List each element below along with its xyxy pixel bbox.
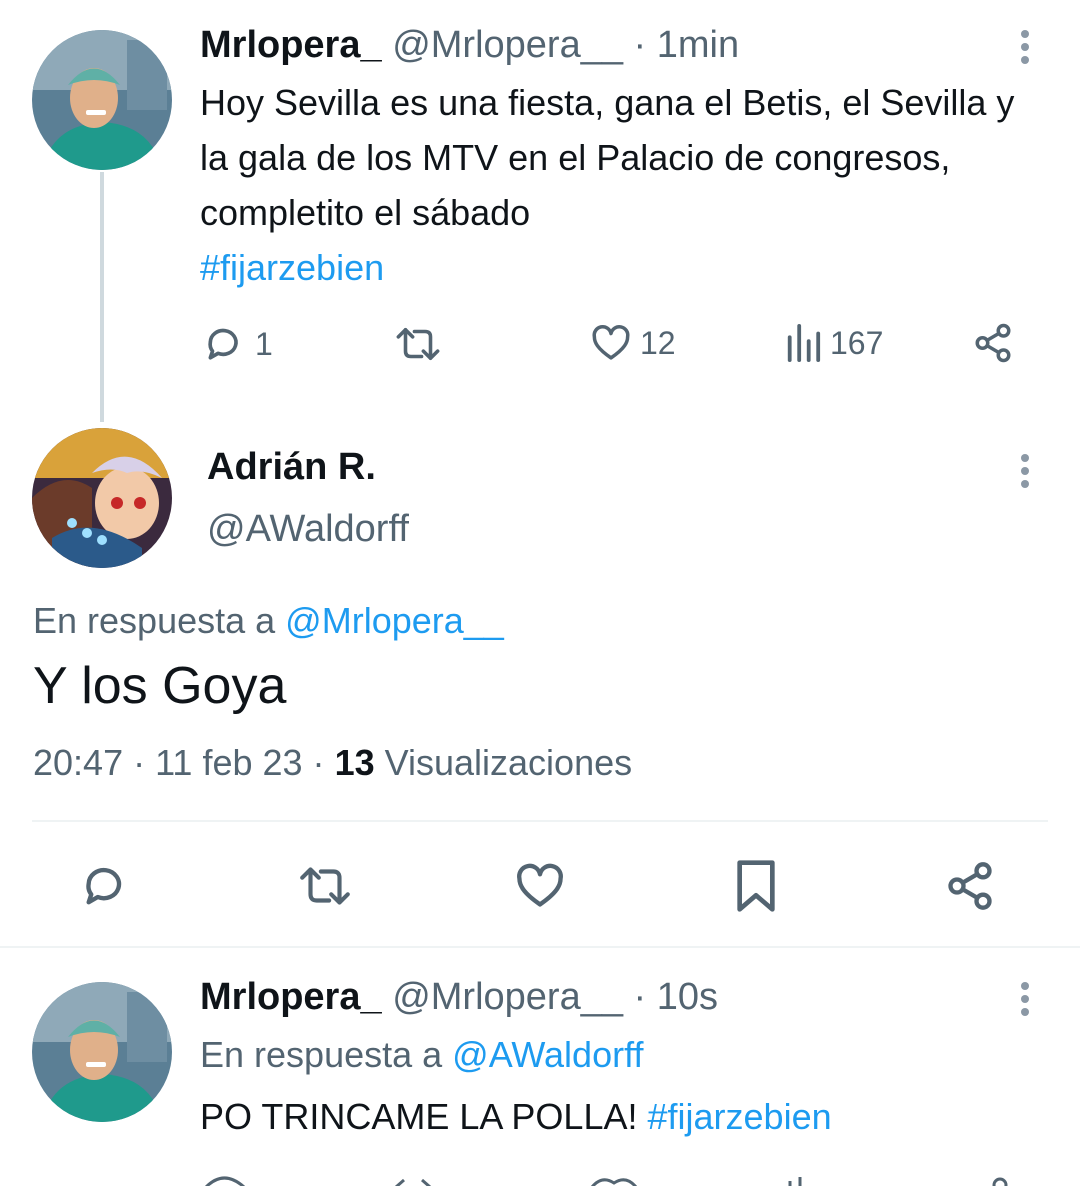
- views-icon: [787, 324, 821, 362]
- reply-button[interactable]: 1: [203, 322, 273, 366]
- like-icon: [517, 863, 563, 907]
- tweet-text: Hoy Sevilla es una fiesta, gana el Betis…: [200, 82, 1015, 288]
- tweet-time[interactable]: · 1min: [634, 24, 740, 66]
- retweet-button[interactable]: [393, 322, 443, 366]
- avatar[interactable]: [32, 30, 172, 170]
- like-icon: [592, 325, 630, 360]
- reply-icon: [208, 328, 238, 360]
- views-button[interactable]: 167: [784, 322, 883, 364]
- author-handle[interactable]: @Mrlopera__: [392, 976, 623, 1018]
- share-button[interactable]: [944, 860, 996, 912]
- views-count: 13: [334, 742, 375, 783]
- reply-context: En respuesta a @AWaldorff: [200, 1034, 644, 1075]
- more-icon[interactable]: [1020, 30, 1030, 69]
- like-count: 12: [640, 324, 676, 361]
- share-icon: [948, 862, 992, 910]
- author-name[interactable]: Mrlopera_: [200, 976, 382, 1018]
- more-icon[interactable]: [1020, 982, 1030, 1021]
- action-bar-partial: [200, 1174, 1040, 1186]
- hashtag-link[interactable]: #fijarzebien: [648, 1096, 832, 1137]
- like-button[interactable]: [514, 860, 566, 912]
- tweet-meta: 20:47 · 11 feb 23 · 13 Visualizaciones: [33, 742, 632, 784]
- views-count: 167: [830, 324, 884, 361]
- tweet-header: Mrlopera_ @Mrlopera__ · 10s: [200, 976, 718, 1019]
- tweet-time[interactable]: · 10s: [634, 976, 718, 1018]
- bookmark-button[interactable]: [732, 858, 780, 914]
- tweet-header: Mrlopera_ @Mrlopera__ · 1min: [200, 24, 739, 67]
- thread-line: [100, 172, 104, 422]
- bookmark-icon: [737, 860, 775, 912]
- like-button[interactable]: 12: [590, 322, 676, 364]
- tweet-timestamp[interactable]: 20:47 · 11 feb 23 ·: [33, 742, 325, 783]
- divider: [32, 820, 1048, 822]
- reply-count: 1: [255, 325, 273, 362]
- retweet-icon: [396, 327, 440, 361]
- reply-to-link[interactable]: @AWaldorff: [452, 1034, 643, 1075]
- share-button[interactable]: [972, 322, 1014, 364]
- avatar[interactable]: [32, 982, 172, 1122]
- author-handle[interactable]: @AWaldorff: [207, 508, 409, 551]
- hashtag-link[interactable]: #fijarzebien: [200, 247, 384, 288]
- views-label: Visualizaciones: [384, 742, 633, 783]
- author-handle[interactable]: @Mrlopera__: [392, 24, 623, 66]
- author-name[interactable]: Adrián R.: [207, 446, 376, 489]
- tweet-text: PO TRINCAME LA POLLA! #fijarzebien: [200, 1096, 832, 1137]
- more-icon[interactable]: [1020, 454, 1030, 493]
- reply-icon: [86, 867, 122, 905]
- divider: [0, 946, 1080, 948]
- reply-to-link[interactable]: @Mrlopera__: [285, 600, 504, 641]
- tweet-text: Y los Goya: [33, 657, 287, 715]
- retweet-icon: [300, 867, 350, 905]
- author-name[interactable]: Mrlopera_: [200, 24, 382, 66]
- avatar[interactable]: [32, 428, 172, 568]
- retweet-button[interactable]: [296, 860, 354, 912]
- reply-context: En respuesta a @Mrlopera__: [33, 600, 504, 641]
- reply-button[interactable]: [80, 860, 132, 912]
- share-icon: [975, 323, 1011, 363]
